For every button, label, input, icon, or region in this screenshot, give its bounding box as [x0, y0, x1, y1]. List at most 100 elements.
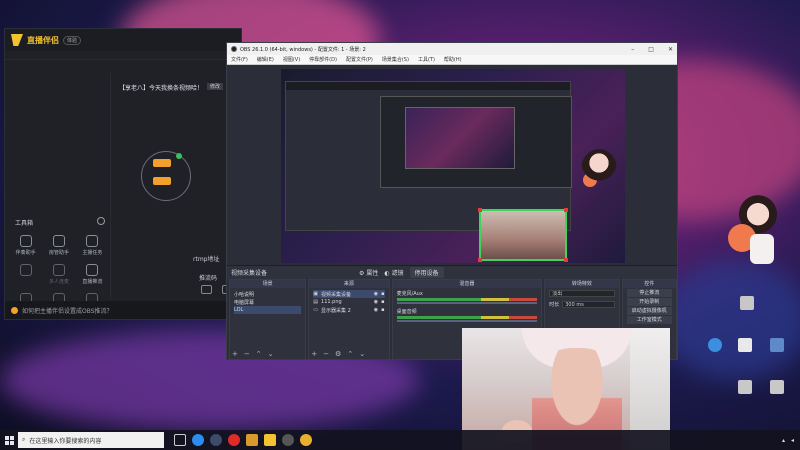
visibility-eye-icon[interactable]: ◉: [374, 299, 378, 305]
music-icon: [19, 235, 32, 247]
tool-tasks[interactable]: 主播任务: [76, 235, 109, 256]
source-item[interactable]: ▤ 111.png ◉ ▪: [313, 298, 384, 306]
obs-window-title: OBS 26.1.0 (64-bit, windows) - 配置文件: 1 -…: [240, 46, 366, 53]
virtual-camera-button[interactable]: 启动虚拟摄像机: [626, 307, 672, 315]
helper-main-panel: 【享老八】今天我换条视频哈！ 修改 rtmp地址 推流码: [113, 73, 241, 299]
message-icon: [201, 285, 212, 294]
lock-icon[interactable]: ▪: [381, 291, 384, 297]
desktop-icon[interactable]: [730, 380, 760, 396]
filters-button[interactable]: ◐ 滤镜: [384, 268, 403, 277]
system-tray: ▴ ◂: [782, 437, 794, 444]
properties-button[interactable]: ⚙ 属性: [359, 268, 378, 277]
lock-icon[interactable]: ▪: [381, 299, 384, 305]
resize-handle[interactable]: [564, 258, 568, 262]
selected-source-label: 视频采集设备: [231, 270, 268, 277]
volume-slider[interactable]: [396, 302, 538, 304]
obs-preview-canvas[interactable]: [281, 69, 625, 263]
menu-file[interactable]: 文件(F): [231, 56, 248, 63]
selected-webcam-source[interactable]: [478, 208, 568, 262]
preview-character: [581, 149, 617, 189]
resize-handle[interactable]: [478, 258, 482, 262]
tool-stream-push[interactable]: 直播推流: [76, 264, 109, 285]
scenes-dock: 场景 小哈说明 电脑屏幕 LOL + − ⌃ ⌄: [229, 279, 307, 359]
file-icon: [740, 296, 754, 310]
scene-item[interactable]: 电脑屏幕: [234, 298, 301, 306]
obs-logo-icon: [231, 46, 237, 52]
menu-help[interactable]: 帮助(H): [444, 56, 462, 63]
resize-handle[interactable]: [564, 208, 568, 212]
add-icon[interactable]: +: [232, 350, 238, 358]
menu-view[interactable]: 视图(V): [283, 56, 300, 63]
close-icon[interactable]: ✕: [668, 46, 673, 53]
taskbar-search-box[interactable]: ⌕ 在这里输入你要搜索的内容: [18, 432, 164, 448]
remove-icon[interactable]: −: [323, 350, 329, 358]
studio-mode-button[interactable]: 工作室模式: [626, 316, 672, 324]
menu-tools[interactable]: 工具(T): [418, 56, 435, 63]
duration-field[interactable]: 时长 300 ms: [545, 299, 618, 310]
obs-icon[interactable]: [282, 434, 294, 446]
monitor-icon: ▭: [313, 307, 319, 313]
tool-disabled[interactable]: [9, 264, 42, 285]
edge-icon[interactable]: [192, 434, 204, 446]
desktop-icon[interactable]: [732, 296, 762, 312]
task-view-icon[interactable]: [174, 434, 186, 446]
network-icon[interactable]: ▴: [782, 437, 785, 444]
helper-app-name: 直播伴侣: [27, 35, 59, 45]
edit-title-button[interactable]: 修改: [207, 83, 224, 90]
desktop-icon[interactable]: [762, 338, 792, 354]
obs-titlebar: OBS 26.1.0 (64-bit, windows) - 配置文件: 1 -…: [227, 43, 677, 55]
recycle-bin-icon: [738, 338, 752, 352]
desktop-icon[interactable]: [730, 338, 760, 354]
rtmp-address-label: rtmp地址: [193, 256, 220, 263]
remove-icon[interactable]: −: [244, 350, 250, 358]
tool-accompaniment[interactable]: 伴奏助手: [9, 235, 42, 256]
menu-scene-collection[interactable]: 场景集合(S): [382, 56, 409, 63]
menu-edit[interactable]: 编辑(E): [257, 56, 274, 63]
down-icon[interactable]: ⌄: [359, 350, 365, 358]
visibility-eye-icon[interactable]: ◉: [374, 291, 378, 297]
add-icon[interactable]: +: [311, 350, 317, 358]
app-icon[interactable]: [300, 434, 312, 446]
steam-icon[interactable]: [210, 434, 222, 446]
gear-icon[interactable]: ⚙: [335, 350, 341, 358]
down-icon[interactable]: ⌄: [268, 350, 274, 358]
start-recording-button[interactable]: 开始录制: [626, 298, 672, 306]
stop-streaming-button[interactable]: 停止推流: [626, 289, 672, 297]
live-helper-icon[interactable]: [264, 434, 276, 446]
game-icon[interactable]: [246, 434, 258, 446]
source-toolbar: 视频采集设备 ⚙ 属性 ◐ 滤镜 停用设备: [227, 265, 677, 279]
volume-meter: [396, 316, 538, 319]
maximize-icon[interactable]: □: [648, 46, 654, 53]
toolbox-title: 工具箱: [15, 220, 34, 227]
tool-multi-link[interactable]: 多人连麦: [42, 264, 75, 285]
up-icon[interactable]: ⌃: [347, 350, 353, 358]
edge-icon: [708, 338, 722, 352]
netease-music-icon[interactable]: [228, 434, 240, 446]
volume-slider[interactable]: [396, 320, 538, 322]
transition-select[interactable]: 淡出: [545, 288, 618, 299]
visibility-eye-icon[interactable]: ◉: [374, 307, 378, 313]
helper-logo-icon: [11, 34, 23, 46]
scene-item[interactable]: LOL: [234, 306, 302, 314]
resize-handle[interactable]: [478, 208, 482, 212]
deactivate-device-button[interactable]: 停用设备: [409, 267, 444, 278]
up-icon[interactable]: ⌃: [256, 350, 262, 358]
scene-item[interactable]: 小哈说明: [234, 290, 301, 298]
info-icon: [11, 306, 18, 314]
volume-icon[interactable]: ◂: [791, 437, 794, 444]
helper-action[interactable]: [201, 285, 212, 295]
tool-room-admin[interactable]: 房管助手: [42, 235, 75, 256]
windows-start-icon[interactable]: [0, 430, 18, 450]
minimize-icon[interactable]: –: [631, 46, 634, 53]
desktop-icon[interactable]: [700, 338, 730, 354]
helper-statusbar[interactable]: 如何把主播伴侣设置成OBS推流？: [5, 301, 241, 319]
toolbox-toggle-button[interactable]: [97, 217, 105, 225]
lock-icon[interactable]: ▪: [381, 307, 384, 313]
source-item[interactable]: ▣ 视频采集设备 ◉ ▪: [313, 290, 385, 298]
menu-docks[interactable]: 停靠部件(D): [309, 56, 337, 63]
source-item[interactable]: ▭ 显示器采集 2 ◉ ▪: [313, 306, 384, 314]
menu-profile[interactable]: 配置文件(P): [346, 56, 373, 63]
helper-tabs: [5, 51, 241, 60]
desktop-icon[interactable]: [762, 380, 792, 394]
stream-key-label: 推流码: [199, 275, 218, 282]
